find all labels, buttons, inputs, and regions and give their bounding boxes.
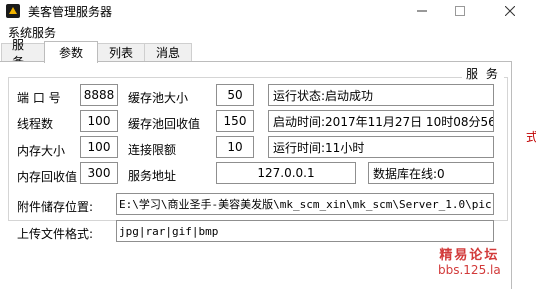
app-icon (6, 4, 20, 18)
maximize-button[interactable] (440, 0, 480, 22)
port-label: 端 口 号 (17, 91, 61, 105)
cache-reclaim-label: 缓存池回收值 (128, 117, 201, 131)
memory-input[interactable]: 100 (80, 136, 118, 158)
background-edge-text: 式 (526, 130, 536, 144)
minimize-button[interactable] (402, 0, 442, 22)
start-time-field: 启动时间:2017年11月27日 10时08分56秒 (268, 110, 494, 132)
memory-reclaim-input[interactable]: 300 (80, 162, 118, 184)
title-bar: 美客管理服务器 (0, 0, 536, 22)
watermark-url: bbs.125.la (438, 263, 501, 277)
tab-list[interactable]: 列表 (97, 43, 145, 61)
attach-path-input[interactable]: E:\学习\商业圣手-美容美发版\mk_scm_xin\mk_scm\Serve… (116, 193, 494, 215)
upload-types-input[interactable]: jpg|rar|gif|bmp (116, 220, 494, 242)
close-button[interactable] (490, 0, 530, 22)
watermark-title: 精易论坛 (439, 248, 500, 263)
cache-size-input[interactable]: 50 (216, 84, 254, 106)
db-online-field: 数据库在线:0 (368, 162, 494, 184)
conn-limit-label: 连接限额 (128, 143, 177, 157)
background-window (512, 22, 536, 289)
server-addr-label: 服务地址 (128, 169, 177, 183)
run-status-field: 运行状态:启动成功 (268, 84, 494, 106)
tab-params[interactable]: 参数 (44, 41, 98, 63)
window-title: 美客管理服务器 (28, 5, 113, 19)
minimize-icon (417, 10, 427, 12)
memory-reclaim-label: 内存回收值 (17, 170, 78, 184)
maximize-icon (455, 6, 465, 16)
cache-reclaim-input[interactable]: 150 (216, 110, 254, 132)
threads-label: 线程数 (17, 117, 54, 131)
watermark: 精易论坛 bbs.125.la (438, 244, 501, 277)
upload-types-label: 上传文件格式: (17, 227, 94, 241)
group-title: 服 务 (462, 65, 504, 82)
threads-input[interactable]: 100 (80, 110, 118, 132)
attach-path-label: 附件储存位置: (17, 200, 94, 214)
tab-service[interactable]: 服务 (1, 38, 45, 69)
server-addr-input[interactable]: 127.0.0.1 (216, 162, 356, 184)
conn-limit-input[interactable]: 10 (216, 136, 254, 158)
cache-size-label: 缓存池大小 (128, 91, 189, 105)
port-input[interactable]: 8888 (80, 84, 118, 106)
close-icon (505, 6, 515, 16)
tab-messages[interactable]: 消息 (144, 43, 192, 61)
menu-bar: 系统服务 (0, 22, 536, 40)
run-time-field: 运行时间:11小时 (268, 136, 494, 158)
memory-label: 内存大小 (17, 144, 66, 158)
